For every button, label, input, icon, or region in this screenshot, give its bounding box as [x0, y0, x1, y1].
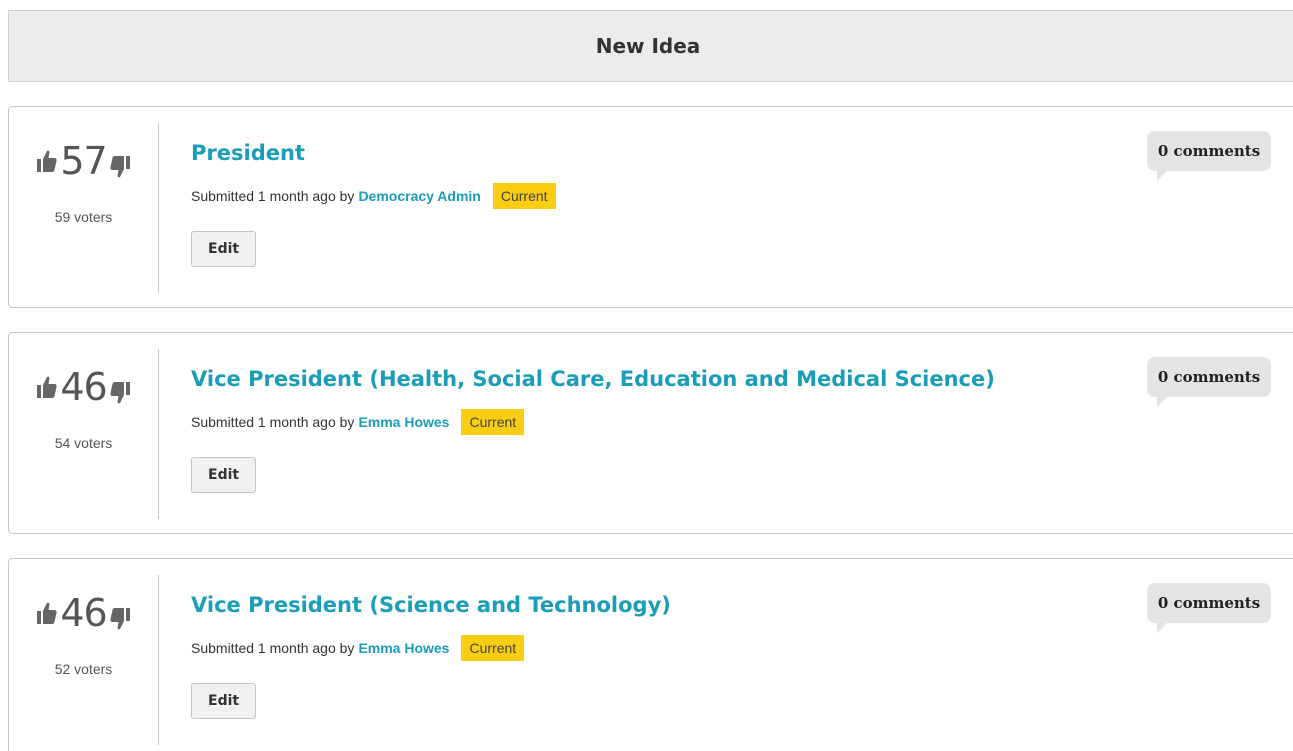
- comments-count: 0 comments: [1157, 594, 1261, 612]
- vote-row: 46: [9, 593, 158, 633]
- submitted-text: Submitted 1 month ago by: [191, 188, 355, 204]
- vote-box: 57 59 voters: [9, 123, 159, 293]
- vote-score: 57: [60, 139, 107, 183]
- idea-list: 57 59 voters President Submitted 1 month…: [8, 106, 1293, 751]
- thumbs-down-icon[interactable]: [109, 601, 131, 630]
- idea-card: 46 52 voters Vice President (Science and…: [8, 558, 1293, 751]
- status-badge: Current: [461, 635, 525, 661]
- status-badge: Current: [461, 409, 525, 435]
- thumbs-down-icon[interactable]: [109, 149, 131, 178]
- thumbs-up-icon[interactable]: [36, 149, 58, 173]
- vote-box: 46 52 voters: [9, 575, 159, 745]
- idea-card: 46 54 voters Vice President (Health, Soc…: [8, 332, 1293, 534]
- thumbs-down-icon[interactable]: [109, 375, 131, 404]
- vote-row: 57: [9, 141, 158, 181]
- vote-score: 46: [60, 365, 107, 409]
- bubble-tail: [1157, 397, 1167, 407]
- vote-score: 46: [60, 591, 107, 635]
- idea-meta: Submitted 1 month ago by Emma Howes Curr…: [191, 409, 1293, 435]
- author-link[interactable]: Emma Howes: [358, 414, 449, 430]
- thumbs-up-icon[interactable]: [36, 375, 58, 399]
- vote-box: 46 54 voters: [9, 349, 159, 519]
- submitted-text: Submitted 1 month ago by: [191, 640, 355, 656]
- author-link[interactable]: Democracy Admin: [358, 188, 480, 204]
- bubble-tail: [1157, 171, 1167, 181]
- author-link[interactable]: Emma Howes: [358, 640, 449, 656]
- comments-button[interactable]: 0 comments: [1147, 131, 1271, 181]
- idea-title-link[interactable]: Vice President (Health, Social Care, Edu…: [191, 363, 995, 395]
- thumbs-up-icon[interactable]: [36, 601, 58, 625]
- comments-button[interactable]: 0 comments: [1147, 583, 1271, 633]
- edit-button[interactable]: Edit: [191, 231, 257, 267]
- voter-count: 59 voters: [54, 209, 113, 225]
- vote-row: 46: [9, 367, 158, 407]
- edit-button[interactable]: Edit: [191, 457, 257, 493]
- voter-count: 54 voters: [54, 435, 113, 451]
- new-idea-button[interactable]: New Idea: [8, 10, 1293, 82]
- bubble-tail: [1157, 623, 1167, 633]
- comments-button[interactable]: 0 comments: [1147, 357, 1271, 407]
- page: New Idea 57 59 voters President Submitte…: [0, 0, 1293, 751]
- idea-meta: Submitted 1 month ago by Democracy Admin…: [191, 183, 1293, 209]
- submitted-text: Submitted 1 month ago by: [191, 414, 355, 430]
- status-badge: Current: [492, 183, 556, 209]
- idea-card: 57 59 voters President Submitted 1 month…: [8, 106, 1293, 308]
- idea-title-link[interactable]: Vice President (Science and Technology): [191, 589, 671, 621]
- idea-content: Vice President (Health, Social Care, Edu…: [191, 363, 1293, 493]
- voter-count: 52 voters: [54, 661, 113, 677]
- comments-count: 0 comments: [1157, 142, 1261, 160]
- edit-button[interactable]: Edit: [191, 683, 257, 719]
- idea-content: President Submitted 1 month ago by Democ…: [191, 137, 1293, 267]
- idea-content: Vice President (Science and Technology) …: [191, 589, 1293, 719]
- new-idea-label: New Idea: [595, 34, 701, 58]
- idea-title-link[interactable]: President: [191, 137, 305, 169]
- comments-count: 0 comments: [1157, 368, 1261, 386]
- idea-meta: Submitted 1 month ago by Emma Howes Curr…: [191, 635, 1293, 661]
